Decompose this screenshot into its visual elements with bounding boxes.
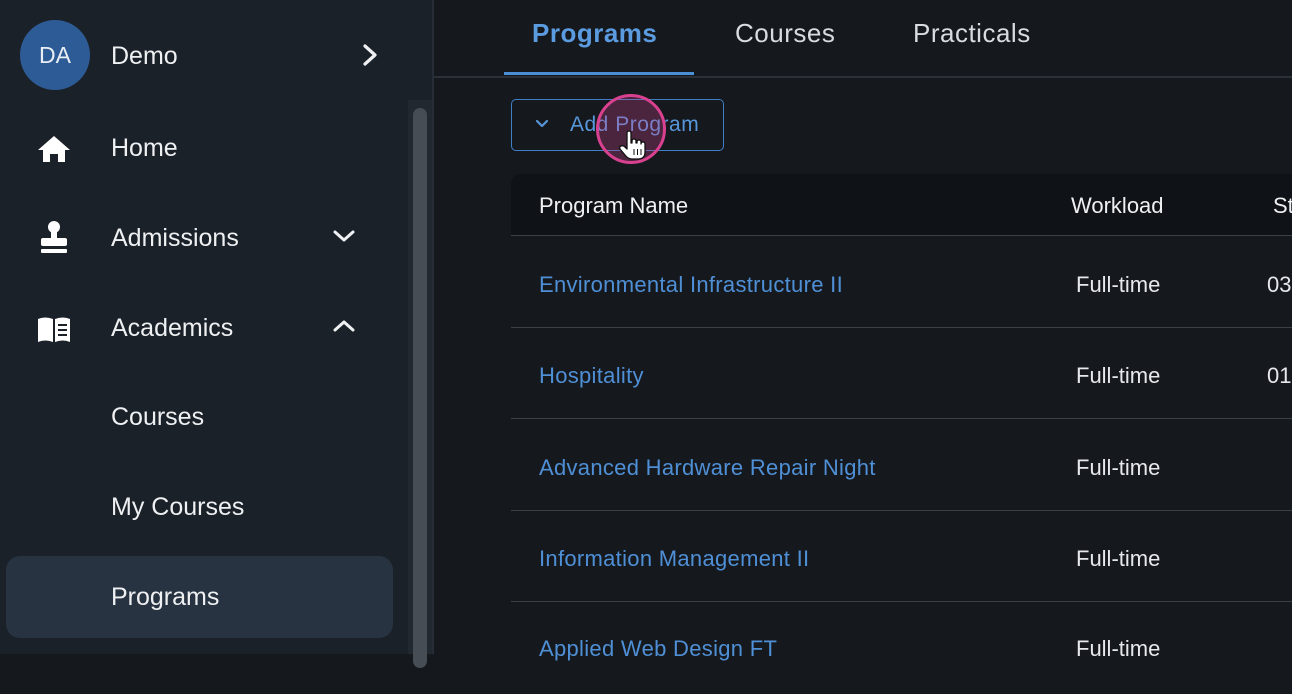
chevron-down-icon[interactable] xyxy=(332,226,356,246)
column-header-start[interactable]: St xyxy=(1273,193,1292,219)
program-name-link[interactable]: Environmental Infrastructure II xyxy=(539,272,843,298)
active-tab-indicator xyxy=(504,72,694,75)
chevron-up-icon[interactable] xyxy=(332,316,356,336)
program-name-link[interactable]: Applied Web Design FT xyxy=(539,636,777,662)
table-row[interactable]: Advanced Hardware Repair Night Full-time xyxy=(511,420,1292,511)
sidebar-subitem-label: Courses xyxy=(111,403,205,431)
sidebar: DA Demo Home Admissions Academics Course… xyxy=(0,0,434,668)
program-name-link[interactable]: Advanced Hardware Repair Night xyxy=(539,455,876,481)
start-cell: 03 xyxy=(1267,272,1292,297)
workload-cell: Full-time xyxy=(1076,363,1161,388)
chevron-down-icon xyxy=(535,119,549,128)
tab-practicals[interactable]: Practicals xyxy=(913,18,1031,49)
sidebar-item-academics[interactable]: Academics xyxy=(0,298,400,358)
user-menu[interactable]: DA Demo xyxy=(0,20,400,90)
sidebar-subitem-label: My Courses xyxy=(111,493,245,521)
hand-pointer-icon xyxy=(619,130,646,160)
program-name-link[interactable]: Information Management II xyxy=(539,546,809,572)
table-row[interactable]: Information Management II Full-time xyxy=(511,511,1292,602)
workload-cell: Full-time xyxy=(1076,272,1161,297)
avatar[interactable]: DA xyxy=(20,20,90,90)
table-header: Program Name Workload St xyxy=(511,174,1292,236)
sidebar-subitem-courses[interactable]: Courses xyxy=(6,376,393,458)
tab-courses[interactable]: Courses xyxy=(735,18,835,49)
workload-cell: Full-time xyxy=(1076,455,1161,480)
stamp-icon xyxy=(41,221,67,253)
table-row[interactable]: Hospitality Full-time 01 xyxy=(511,328,1292,419)
column-header-workload[interactable]: Workload xyxy=(1071,193,1164,219)
workload-cell: Full-time xyxy=(1076,546,1161,571)
sidebar-subitem-my-courses[interactable]: My Courses xyxy=(6,466,393,548)
sidebar-item-label: Admissions xyxy=(111,224,239,252)
sidebar-subitem-label: Programs xyxy=(111,583,220,611)
sidebar-scrollbar-thumb[interactable] xyxy=(413,108,427,668)
tab-programs[interactable]: Programs xyxy=(532,18,657,49)
sidebar-item-home[interactable]: Home xyxy=(0,118,400,178)
chevron-right-icon[interactable] xyxy=(360,43,380,67)
sidebar-item-label: Home xyxy=(111,134,178,162)
column-header-program-name[interactable]: Program Name xyxy=(539,193,688,219)
workload-cell: Full-time xyxy=(1076,636,1161,661)
table-row[interactable]: Environmental Infrastructure II Full-tim… xyxy=(511,237,1292,328)
sidebar-item-label: Academics xyxy=(111,314,234,342)
table-row[interactable]: Applied Web Design FT Full-time xyxy=(511,603,1292,694)
start-cell: 01 xyxy=(1267,363,1292,388)
book-icon xyxy=(38,317,70,342)
program-name-link[interactable]: Hospitality xyxy=(539,363,644,389)
sidebar-item-admissions[interactable]: Admissions xyxy=(0,208,400,268)
sidebar-subitem-programs[interactable]: Programs xyxy=(6,556,393,638)
user-name: Demo xyxy=(111,42,178,70)
home-icon xyxy=(38,136,70,162)
